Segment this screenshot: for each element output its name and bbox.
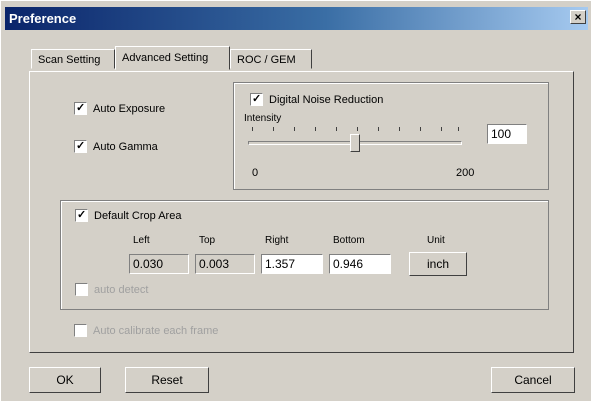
slider-tick <box>336 127 337 131</box>
crop-area-group: Default Crop Area Left Top Right Bottom … <box>60 200 549 310</box>
intensity-min-label: 0 <box>252 167 259 179</box>
slider-tick <box>378 127 379 131</box>
tab-scan-setting[interactable]: Scan Setting <box>31 49 115 69</box>
slider-tick <box>399 127 400 131</box>
slider-tick <box>458 127 459 131</box>
unit-button[interactable]: inch <box>409 252 467 276</box>
slider-thumb[interactable] <box>350 134 360 152</box>
cancel-button[interactable]: Cancel <box>491 367 575 393</box>
tab-label: Scan Setting <box>38 54 101 66</box>
slider-tick <box>273 127 274 131</box>
checkbox-box[interactable] <box>75 209 88 222</box>
checkbox-box[interactable] <box>75 283 88 296</box>
crop-left-label: Left <box>133 235 150 246</box>
auto-calibrate-checkbox[interactable]: Auto calibrate each frame <box>74 324 218 337</box>
checkbox-box[interactable] <box>74 102 87 115</box>
intensity-slider[interactable] <box>248 127 462 157</box>
crop-right-label: Right <box>265 235 289 246</box>
crop-bottom-label: Bottom <box>333 235 365 246</box>
crop-top-label: Top <box>199 235 216 246</box>
tab-label: Advanced Setting <box>122 52 209 64</box>
auto-detect-checkbox[interactable]: auto detect <box>75 283 148 296</box>
intensity-max-label: 200 <box>456 167 475 179</box>
checkbox-box[interactable] <box>74 324 87 337</box>
crop-bottom-field[interactable]: 0.946 <box>329 254 391 274</box>
close-icon: × <box>574 10 582 24</box>
default-crop-area-checkbox[interactable]: Default Crop Area <box>75 209 181 222</box>
tab-label: ROC / GEM <box>237 54 296 66</box>
slider-tick <box>252 127 253 131</box>
title-bar[interactable]: Preference × <box>5 7 588 30</box>
intensity-label: Intensity <box>244 113 282 124</box>
auto-exposure-checkbox[interactable]: Auto Exposure <box>74 102 165 115</box>
tab-advanced-setting[interactable]: Advanced Setting <box>115 46 230 70</box>
noise-reduction-group: Digital Noise Reduction Intensity 100 0 <box>233 82 549 190</box>
slider-tick <box>294 127 295 131</box>
slider-tick <box>315 127 316 131</box>
crop-top-field[interactable]: 0.003 <box>195 254 255 274</box>
default-crop-area-label: Default Crop Area <box>94 209 182 222</box>
auto-exposure-label: Auto Exposure <box>93 102 166 115</box>
ok-button[interactable]: OK <box>29 367 101 393</box>
crop-left-field[interactable]: 0.030 <box>129 254 189 274</box>
window-title: Preference <box>9 11 77 26</box>
checkbox-box[interactable] <box>74 140 87 153</box>
crop-right-field[interactable]: 1.357 <box>261 254 323 274</box>
auto-gamma-label: Auto Gamma <box>93 140 158 153</box>
auto-gamma-checkbox[interactable]: Auto Gamma <box>74 140 158 153</box>
auto-calibrate-label: Auto calibrate each frame <box>93 324 219 337</box>
close-button[interactable]: × <box>570 10 586 24</box>
noise-reduction-label: Digital Noise Reduction <box>269 93 384 106</box>
slider-tick <box>441 127 442 131</box>
intensity-value-field[interactable]: 100 <box>487 124 527 144</box>
auto-detect-label: auto detect <box>94 283 149 296</box>
advanced-setting-panel: Auto Exposure Auto Gamma Digital Noise R… <box>29 71 574 353</box>
tab-roc-gem[interactable]: ROC / GEM <box>230 49 312 69</box>
reset-button[interactable]: Reset <box>125 367 209 393</box>
preference-dialog: Preference × Scan Setting Advanced Setti… <box>0 0 592 402</box>
slider-tick <box>420 127 421 131</box>
slider-tick <box>357 127 358 131</box>
noise-reduction-checkbox[interactable]: Digital Noise Reduction <box>250 93 383 106</box>
checkbox-box[interactable] <box>250 93 263 106</box>
crop-unit-label: Unit <box>427 235 445 246</box>
